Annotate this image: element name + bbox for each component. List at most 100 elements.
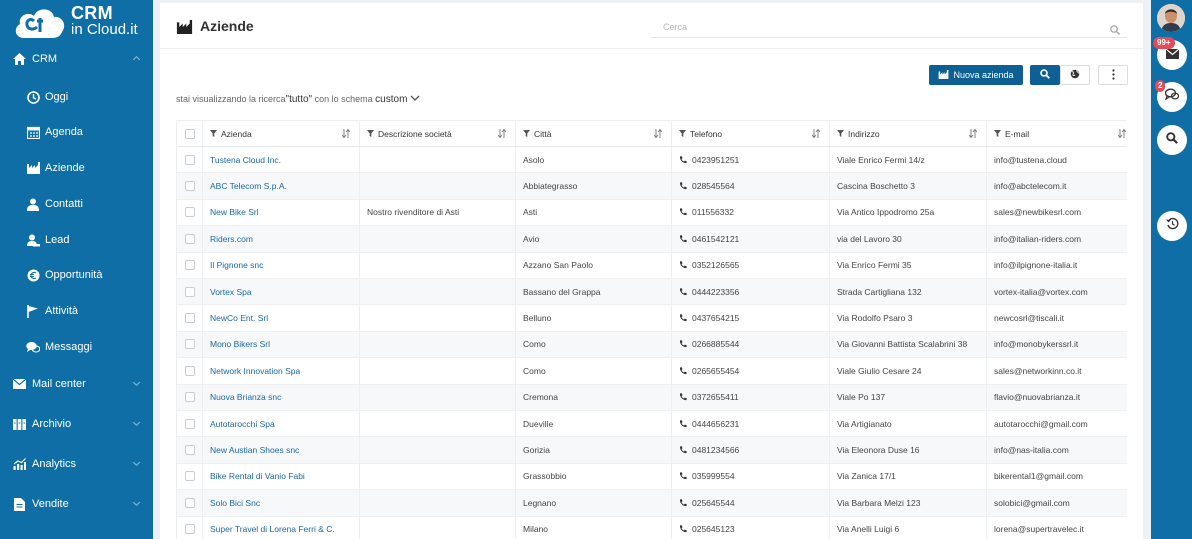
table-row[interactable]: Riders.com Avio 0461542121 via del Lavoro 3… — [177, 226, 1127, 253]
sidebar-item-crm[interactable]: CRM — [0, 44, 153, 74]
cell-azienda-text[interactable]: ABC Telecom S.p.A. — [210, 181, 287, 191]
sidebar-item-analytics[interactable]: Analytics — [0, 449, 153, 479]
sort-icon[interactable] — [968, 128, 978, 140]
column-header-indirizzo[interactable]: Indirizzo — [830, 121, 987, 146]
cell-telefono-text[interactable]: 0352126565 — [692, 260, 739, 270]
table-row[interactable]: New Austian Shoes snc Gorizia 0481234566 Vi… — [177, 437, 1127, 464]
row-checkbox[interactable] — [184, 286, 195, 297]
row-checkbox[interactable] — [184, 181, 195, 192]
cell-azienda-text[interactable]: Riders.com — [210, 234, 253, 244]
sort-icon[interactable] — [497, 128, 507, 140]
table-row[interactable]: Vortex Spa Bassano del Grappa 0444223356 St… — [177, 279, 1127, 306]
cell-email-text[interactable]: autotarocchi@gmail.com — [994, 419, 1088, 429]
chevron-down-icon[interactable] — [410, 94, 420, 104]
cell-azienda-text[interactable]: New Bike Srl — [210, 207, 259, 217]
sidebar-item-opportunita[interactable]: Opportunità — [0, 260, 153, 290]
row-checkbox[interactable] — [184, 207, 195, 218]
row-checkbox[interactable] — [184, 339, 195, 350]
cell-email-text[interactable]: lorena@supertravelec.it — [994, 524, 1084, 534]
cell-email-text[interactable]: info@tustena.cloud — [994, 155, 1067, 165]
cell-telefono-text[interactable]: 035999554 — [692, 471, 735, 481]
avatar[interactable] — [1157, 4, 1185, 32]
cell-telefono-text[interactable]: 0444223356 — [692, 287, 739, 297]
cell-email-text[interactable]: info@monobykerssrl.it — [994, 339, 1078, 349]
table-row[interactable]: Bike Rental di Vanio Fabi Grassobbio 03599… — [177, 463, 1127, 491]
cell-email-text[interactable]: newcosrl@tiscali.it — [994, 313, 1064, 323]
new-company-button[interactable]: Nuova azienda — [929, 65, 1023, 85]
cell-azienda-text[interactable]: Super Travel di Lorena Ferri & C. — [210, 524, 335, 534]
cell-telefono-text[interactable]: 0423951251 — [692, 155, 739, 165]
table-row[interactable]: New Bike Srl Nostro rivenditore di Asti As… — [177, 199, 1127, 227]
column-header-azienda[interactable]: Azienda — [203, 121, 360, 146]
row-checkbox[interactable] — [184, 260, 195, 271]
row-checkbox[interactable] — [184, 313, 195, 324]
sidebar-item-attivita[interactable]: Attività — [0, 296, 153, 326]
sidebar-item-lead[interactable]: Lead — [0, 225, 153, 255]
sort-icon[interactable] — [1117, 128, 1127, 140]
cell-email-text[interactable]: info@italian-riders.com — [994, 234, 1081, 244]
filter-icon[interactable] — [679, 130, 686, 137]
row-checkbox[interactable] — [184, 445, 195, 456]
row-checkbox[interactable] — [184, 392, 195, 403]
sort-icon[interactable] — [341, 128, 351, 140]
search-input[interactable] — [651, 16, 1127, 38]
cell-azienda-text[interactable]: Il Pignone snc — [210, 260, 263, 270]
column-header-descrizione[interactable]: Descrizione società — [360, 121, 516, 146]
cell-telefono-text[interactable]: 0461542121 — [692, 234, 739, 244]
cell-telefono-text[interactable]: 0266885544 — [692, 339, 739, 349]
search-button[interactable] — [1157, 125, 1187, 155]
table-row[interactable]: Super Travel di Lorena Ferri & C. Milano 0… — [177, 516, 1127, 539]
select-all-checkbox[interactable] — [184, 128, 195, 139]
table-row[interactable]: Network Innovation Spa Como 0265655454 Vial… — [177, 358, 1127, 385]
row-checkbox[interactable] — [184, 365, 195, 376]
cell-azienda-text[interactable]: Vortex Spa — [210, 287, 252, 297]
sort-icon[interactable] — [653, 128, 663, 140]
cell-email-text[interactable]: info@nas-italia.com — [994, 445, 1069, 455]
cell-azienda-text[interactable]: Nuova Brianza snc — [210, 392, 281, 402]
cell-email-text[interactable]: vortex-italia@vortex.com — [994, 287, 1088, 297]
cell-telefono-text[interactable]: 0481234566 — [692, 445, 739, 455]
row-checkbox[interactable] — [184, 524, 195, 535]
sidebar-item-oggi[interactable]: Oggi — [0, 82, 153, 112]
sidebar-item-messaggi[interactable]: Messaggi — [0, 332, 153, 362]
table-row[interactable]: Il Pignone snc Azzano San Paolo 0352126565… — [177, 252, 1127, 279]
history-button[interactable] — [1157, 211, 1187, 241]
sidebar-item-archivio[interactable]: Archivio — [0, 409, 153, 439]
schema-selector[interactable]: custom — [375, 94, 407, 105]
cell-azienda-text[interactable]: Network Innovation Spa — [210, 366, 300, 376]
brand-logo[interactable]: CRM in Cloud.it — [0, 0, 153, 46]
sidebar-item-agenda[interactable]: Agenda — [0, 117, 153, 147]
filter-icon[interactable] — [210, 130, 217, 137]
table-row[interactable]: NewCo Ent. Srl Belluno 0437654215 Via Rodol… — [177, 305, 1127, 332]
sidebar-item-mail-center[interactable]: Mail center — [0, 369, 153, 399]
row-checkbox[interactable] — [184, 233, 195, 244]
cell-telefono-text[interactable]: 0372655411 — [692, 392, 739, 402]
filter-icon[interactable] — [523, 130, 530, 137]
cell-azienda-text[interactable]: Mono Bikers Srl — [210, 339, 270, 349]
sidebar-item-vendite[interactable]: Vendite — [0, 489, 153, 519]
cell-email-text[interactable]: bikerental1@gmail.com — [994, 471, 1083, 481]
table-row[interactable]: Autotarocchi Spa Dueville 0444656231 Via Ar… — [177, 411, 1127, 438]
cell-email-text[interactable]: info@ilpignone-italia.it — [994, 260, 1077, 270]
search-icon[interactable] — [1110, 22, 1120, 40]
cell-email-text[interactable]: info@abctelecom.it — [994, 181, 1066, 191]
cell-telefono-text[interactable]: 0265655454 — [692, 366, 739, 376]
cell-telefono-text[interactable]: 011556332 — [692, 207, 734, 217]
search-button[interactable] — [1030, 65, 1060, 85]
sort-icon[interactable] — [811, 128, 821, 140]
filter-icon[interactable] — [837, 130, 844, 137]
cell-email-text[interactable]: sales@networkinn.co.it — [994, 366, 1082, 376]
cell-azienda-text[interactable]: Solo Bici Snc — [210, 498, 260, 508]
cell-email-text[interactable]: solobici@gmail.com — [994, 498, 1070, 508]
row-checkbox[interactable] — [184, 418, 195, 429]
table-row[interactable]: Tustena Cloud Inc. Asolo 0423951251 Viale E… — [177, 147, 1127, 174]
cell-email-text[interactable]: sales@newbikesrl.com — [994, 207, 1081, 217]
cell-azienda-text[interactable]: NewCo Ent. Srl — [210, 313, 268, 323]
sidebar-item-contatti[interactable]: Contatti — [0, 189, 153, 219]
more-options-button[interactable] — [1098, 65, 1128, 85]
column-header-citta[interactable]: Città — [516, 121, 672, 146]
column-header-email[interactable]: E-mail — [987, 121, 1127, 146]
row-checkbox[interactable] — [184, 471, 195, 482]
table-row[interactable]: Nuova Brianza snc Cremona 0372655411 Viale … — [177, 384, 1127, 411]
filter-icon[interactable] — [994, 130, 1001, 137]
